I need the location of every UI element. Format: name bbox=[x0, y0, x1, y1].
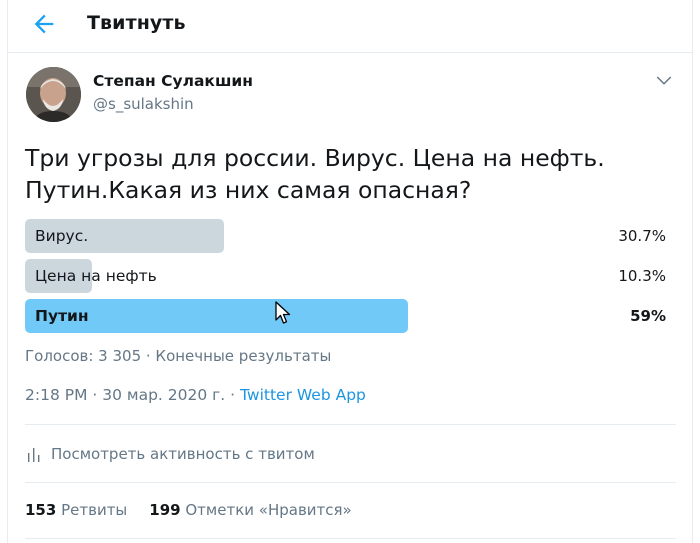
view-tweet-activity-link[interactable]: Посмотреть активность с твитом bbox=[25, 443, 315, 465]
retweets-stat[interactable]: 153 Ретвиты bbox=[25, 501, 127, 519]
poll-option: Цена на нефть 10.3% bbox=[25, 259, 666, 293]
tweet-source-link[interactable]: Twitter Web App bbox=[240, 386, 366, 404]
analytics-bars-icon bbox=[28, 448, 40, 462]
poll-option-label: Путин bbox=[35, 307, 89, 325]
likes-stat[interactable]: 199 Отметки «Нравится» bbox=[149, 501, 351, 519]
divider bbox=[25, 424, 676, 425]
poll-option-percent: 10.3% bbox=[618, 267, 666, 285]
divider bbox=[25, 482, 676, 483]
retweets-count: 153 bbox=[25, 501, 57, 519]
chevron-down-icon[interactable] bbox=[655, 71, 673, 89]
author-name[interactable]: Степан Сулакшин bbox=[93, 72, 253, 90]
poll-option-label: Вирус. bbox=[35, 227, 89, 245]
poll-results-meta: Голосов: 3 305 · Конечные результаты bbox=[25, 347, 332, 365]
poll-option-percent: 59% bbox=[630, 307, 666, 325]
retweets-label: Ретвиты bbox=[61, 501, 128, 519]
tweet-timestamp[interactable]: 2:18 PM · 30 мар. 2020 г. · bbox=[25, 386, 240, 404]
poll-option-label: Цена на нефть bbox=[35, 267, 157, 285]
likes-label: Отметки «Нравится» bbox=[185, 501, 352, 519]
poll-option-percent: 30.7% bbox=[618, 227, 666, 245]
poll-option: Вирус. 30.7% bbox=[25, 219, 666, 253]
divider bbox=[25, 538, 676, 539]
avatar-photo bbox=[26, 67, 81, 122]
mouse-cursor-icon bbox=[275, 301, 291, 324]
likes-count: 199 bbox=[149, 501, 181, 519]
author-handle[interactable]: @s_sulakshin bbox=[93, 95, 194, 113]
poll-option-winner: Путин 59% bbox=[25, 299, 666, 333]
arrow-left-icon[interactable] bbox=[30, 10, 58, 38]
tweet-text: Три угрозы для россии. Вирус. Цена на не… bbox=[25, 144, 605, 204]
page-title: Твитнуть bbox=[87, 12, 186, 34]
tweet-timestamp-line: 2:18 PM · 30 мар. 2020 г. · Twitter Web … bbox=[25, 386, 366, 404]
tweet-stats: 153 Ретвиты 199 Отметки «Нравится» bbox=[25, 501, 374, 519]
tweet-detail-panel: Твитнуть Степан Сулакшин @s_sulakshin Тр… bbox=[7, 0, 693, 543]
header: Твитнуть bbox=[8, 0, 692, 53]
activity-label: Посмотреть активность с твитом bbox=[51, 445, 315, 463]
avatar[interactable] bbox=[26, 67, 81, 122]
